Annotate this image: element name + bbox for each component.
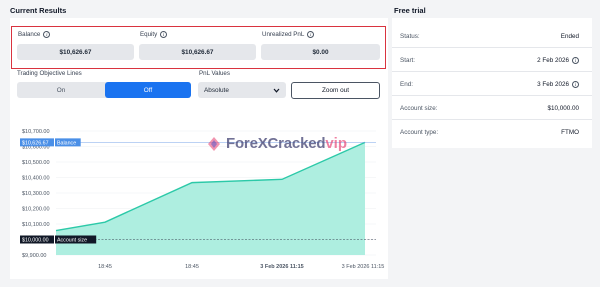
watermark: ForeXCracked vip bbox=[206, 135, 347, 152]
free-trial-row: End: 3 Feb 2026 i bbox=[392, 72, 592, 96]
free-trial-key: Status: bbox=[400, 33, 420, 40]
y-tick-label: $10,700.00 bbox=[22, 129, 50, 135]
free-trial-key: End: bbox=[400, 81, 413, 88]
free-trial-value-text: 3 Feb 2026 bbox=[537, 81, 569, 88]
x-tick-label: 3 Feb 2026 11:15 bbox=[260, 264, 303, 270]
free-trial-value: Ended bbox=[561, 33, 579, 40]
x-tick-label: 18:45 bbox=[185, 264, 199, 270]
equity-area bbox=[56, 142, 365, 255]
y-tick-label: $9,900.00 bbox=[22, 253, 46, 259]
free-trial-value-text: $10,000.00 bbox=[547, 105, 579, 112]
y-tick-label: $10,500.00 bbox=[22, 160, 50, 166]
x-tick-label: 18:45 bbox=[98, 264, 112, 270]
watermark-text: ForeXCracked bbox=[226, 135, 326, 152]
reference-name-label: Balance bbox=[57, 140, 76, 146]
reference-value-label: $10,626.67 bbox=[22, 140, 49, 146]
watermark-suffix: vip bbox=[325, 135, 347, 152]
free-trial-key: Account type: bbox=[400, 129, 439, 136]
free-trial-row: Status: Ended bbox=[392, 24, 592, 48]
free-trial-row: Account type: FTMO bbox=[392, 120, 592, 144]
free-trial-key: Account size: bbox=[400, 105, 438, 112]
free-trial-value: 3 Feb 2026 i bbox=[537, 81, 579, 88]
free-trial-value: $10,000.00 bbox=[547, 105, 579, 112]
reference-value-label: $10,000.00 bbox=[22, 238, 49, 244]
free-trial-row: Start: 2 Feb 2026 i bbox=[392, 48, 592, 72]
reference-name-label: Account size bbox=[57, 238, 87, 244]
info-icon[interactable]: i bbox=[572, 81, 579, 88]
y-tick-label: $10,100.00 bbox=[22, 222, 50, 228]
info-icon[interactable]: i bbox=[572, 57, 579, 64]
free-trial-value-text: Ended bbox=[560, 33, 579, 40]
free-trial-row: Account size: $10,000.00 bbox=[392, 96, 592, 120]
free-trial-key: Start: bbox=[400, 57, 416, 64]
watermark-logo-icon bbox=[208, 136, 220, 151]
free-trial-value: 2 Feb 2026 i bbox=[537, 57, 579, 64]
x-tick-label: 3 Feb 2026 11:15 bbox=[342, 264, 385, 270]
y-tick-label: $10,300.00 bbox=[22, 191, 50, 197]
free-trial-value-text: 2 Feb 2026 bbox=[537, 57, 569, 64]
free-trial-value: FTMO bbox=[561, 129, 579, 136]
y-tick-label: $10,200.00 bbox=[22, 207, 50, 213]
free-trial-value-text: FTMO bbox=[561, 129, 579, 136]
y-tick-label: $10,400.00 bbox=[22, 176, 50, 182]
